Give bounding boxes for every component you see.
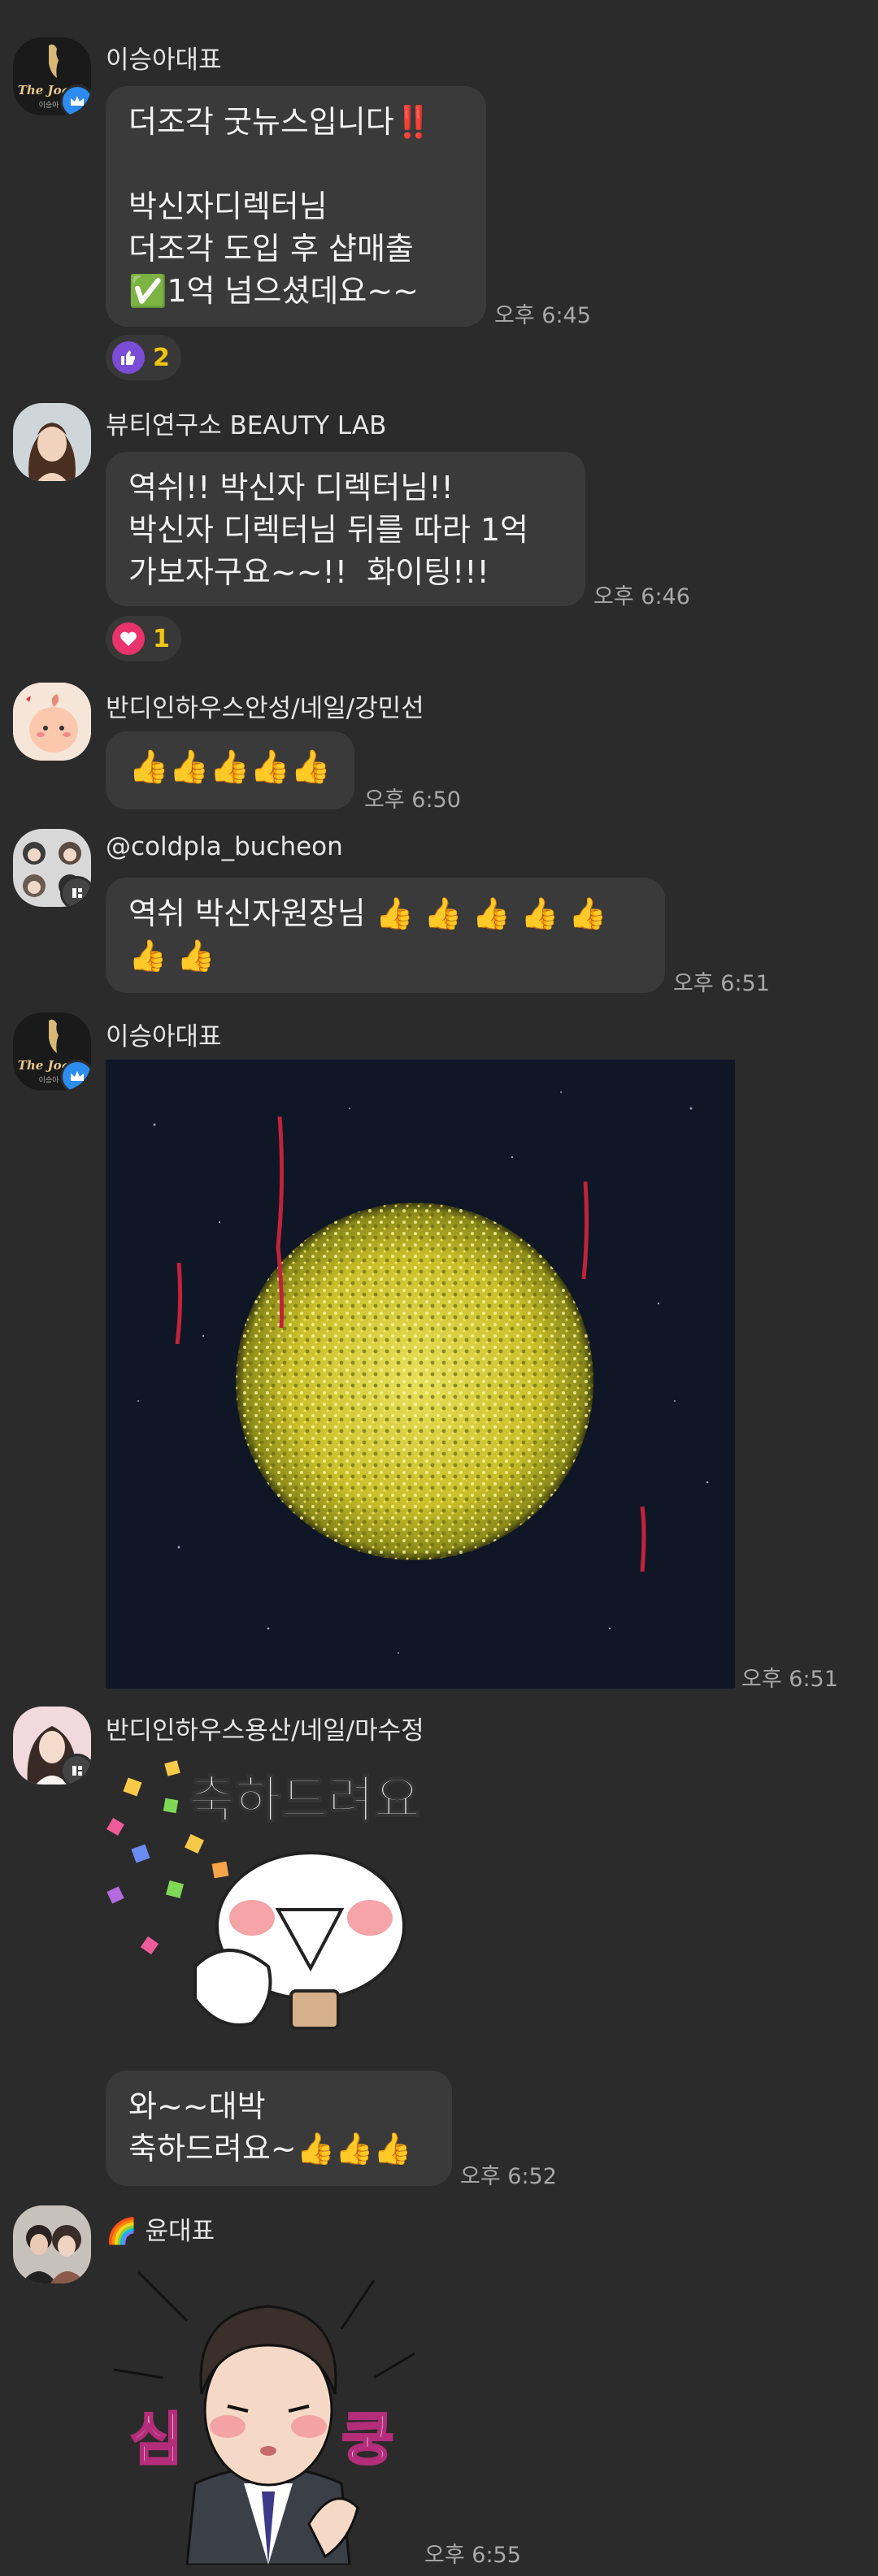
sender-name: 🌈 윤대표 (106, 2217, 215, 2246)
sender-avatar[interactable] (13, 683, 91, 761)
message-time: 오후 6:50 (364, 787, 461, 813)
woman-portrait-icon (13, 403, 91, 481)
sender-avatar[interactable] (13, 403, 91, 481)
crown-icon (60, 85, 91, 115)
reaction-chip[interactable]: 2 (106, 335, 181, 380)
thumbs-up-icon (112, 341, 145, 374)
crown-icon (60, 1060, 91, 1091)
sender-name: 이승아대표 (106, 46, 222, 75)
message-bubble[interactable]: 👍👍👍👍👍 (106, 731, 354, 809)
couple-photo-icon (13, 2205, 91, 2283)
message-time: 오후 6:55 (424, 2543, 521, 2568)
sender-name: 반디인하우스용산/네일/마수정 (106, 1716, 424, 1746)
message-time: 오후 6:45 (494, 303, 591, 328)
blushing-man-icon (185, 2305, 359, 2566)
message-time: 오후 6:46 (593, 584, 690, 609)
message-bubble[interactable]: 와~~대박 축하드려요~👍👍👍 (106, 2071, 452, 2186)
message-bubble[interactable]: 역쉬 박신자원장님 👍 👍 👍 👍 👍 👍 👍 (106, 878, 665, 993)
sender-avatar[interactable]: The Jogak 이승아 (13, 37, 91, 115)
sender-avatar[interactable] (13, 829, 91, 907)
sender-avatar[interactable]: The Jogak 이승아 (13, 1013, 91, 1091)
peach-character-icon (13, 683, 91, 761)
sticker-text-right: 쿵 (341, 2406, 393, 2473)
heart-icon (112, 622, 145, 655)
sender-avatar[interactable] (13, 1706, 91, 1785)
sender-name: @coldpla_bucheon (106, 832, 343, 861)
message-time: 오후 6:52 (460, 2164, 557, 2189)
reaction-count: 1 (153, 624, 170, 653)
svg-text:이승아: 이승아 (39, 101, 60, 110)
sender-name: 뷰티연구소 BEAUTY LAB (106, 411, 387, 440)
white-bird-character-icon (193, 1851, 406, 2030)
reaction-chip[interactable]: 1 (106, 616, 181, 661)
message-bubble[interactable]: 역쉬!! 박신자 디렉터님!! 박신자 디렉터님 뒤를 따라 1억 가보자구요~… (106, 452, 585, 606)
message-time: 오후 6:51 (673, 971, 770, 996)
sticker-text-left: 심 (130, 2406, 182, 2473)
svg-text:이승아: 이승아 (39, 1076, 60, 1085)
sender-name: 반디인하우스안성/네일/강민선 (106, 694, 424, 723)
reaction-count: 2 (153, 343, 170, 372)
message-time: 오후 6:51 (741, 1667, 838, 1692)
sticker-caption: 축하드려요 (189, 1770, 420, 1829)
message-bubble[interactable]: 더조각 굿뉴스입니다‼️ 박신자디렉터님 더조각 도입 후 샵매출 ✅1억 넘으… (106, 86, 486, 327)
heart-flutter-sticker[interactable]: 심 쿵 (106, 2256, 423, 2566)
sender-name: 이승아대표 (106, 1022, 222, 1052)
profile-card-icon (60, 876, 91, 907)
golden-sphere-photo[interactable] (106, 1060, 735, 1689)
sender-avatar[interactable] (13, 2205, 91, 2283)
profile-card-icon (60, 1754, 91, 1785)
congrats-sticker[interactable]: 축하드려요 (98, 1755, 423, 2064)
